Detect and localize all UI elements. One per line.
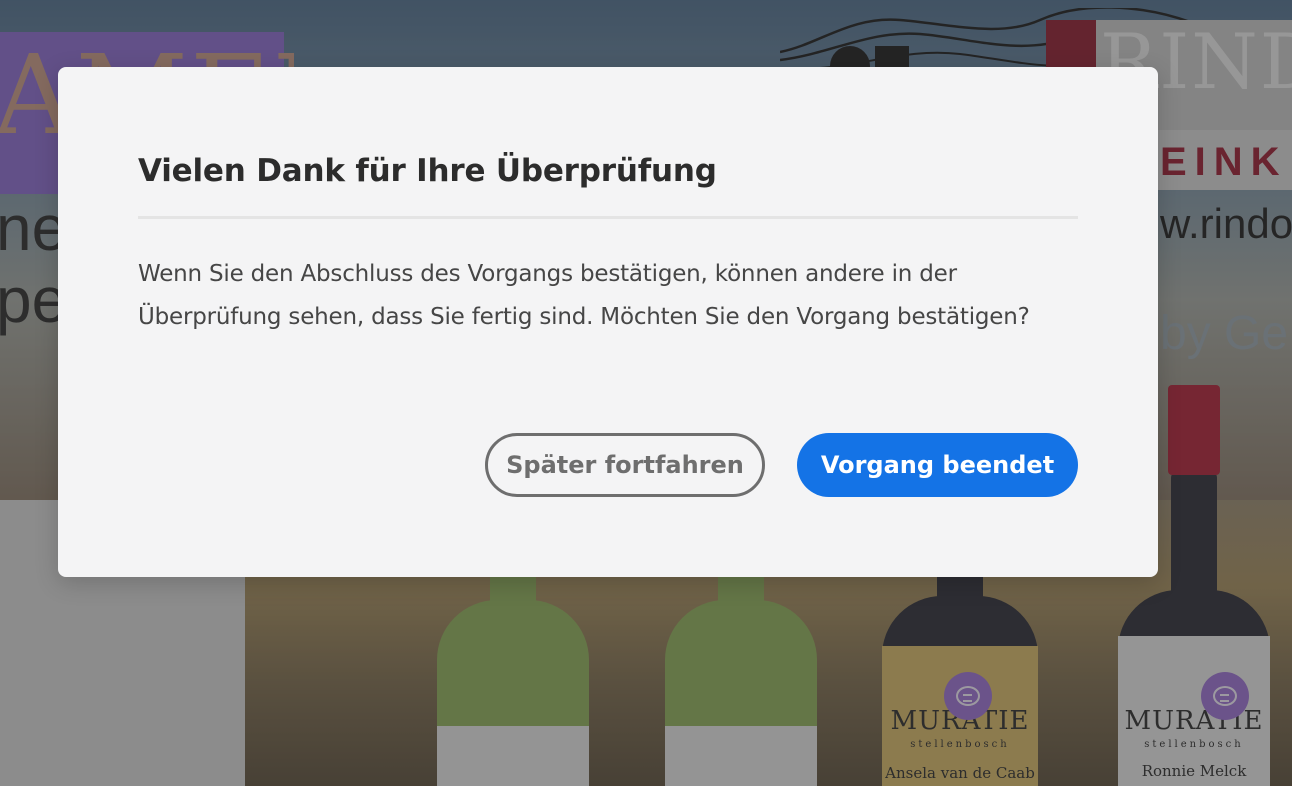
dialog-body-text: Wenn Sie den Abschluss des Vorgangs best… xyxy=(138,261,1030,330)
dialog-divider xyxy=(138,216,1078,219)
finish-review-button[interactable]: Vorgang beendet xyxy=(797,433,1078,497)
review-complete-dialog: Vielen Dank für Ihre Überprüfung Wenn Si… xyxy=(58,67,1158,577)
continue-later-button[interactable]: Später fortfahren xyxy=(485,433,765,497)
review-page: AMERICA ne pe RINDC EINK w.rindo by Ge M… xyxy=(0,0,1292,786)
dialog-title: Vielen Dank für Ihre Überprüfung xyxy=(138,153,717,189)
